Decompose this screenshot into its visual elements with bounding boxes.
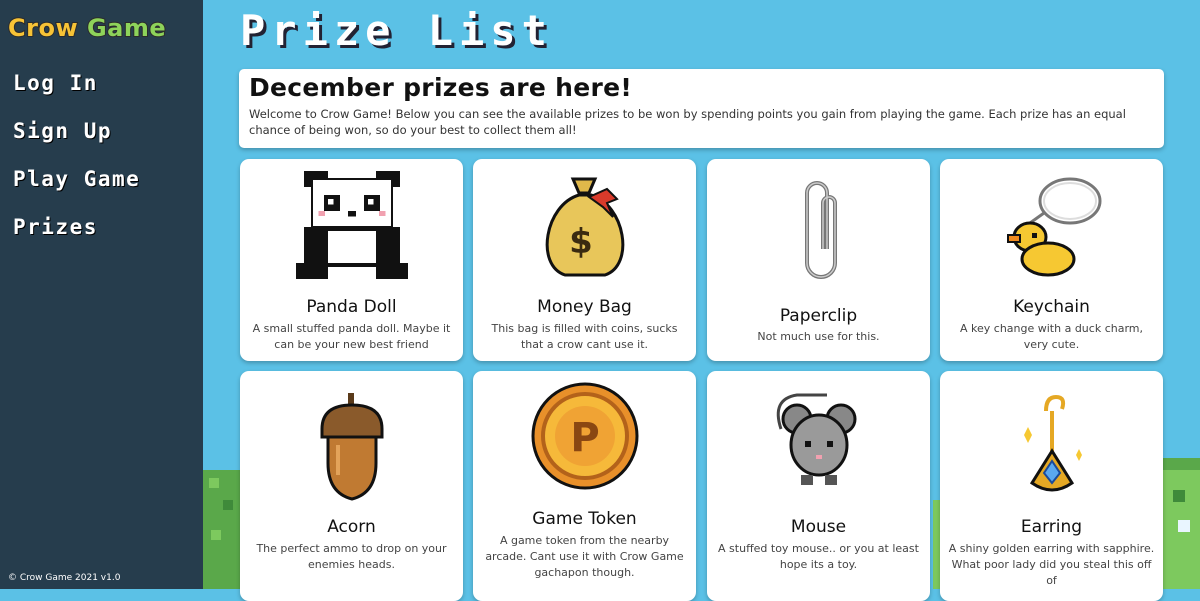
prize-name: Earring: [1020, 517, 1083, 537]
logo-word-crow: Crow: [7, 13, 79, 43]
sidebar: Crow Game Log In Sign Up Play Game Prize…: [0, 0, 203, 589]
prize-description: A shiny golden earring with sapphire. Wh…: [948, 542, 1155, 587]
page-title: Prize List: [240, 6, 553, 55]
prize-name: Money Bag: [537, 297, 632, 317]
logo-word-game: Game: [86, 13, 167, 43]
prize-card-earring[interactable]: Earring A shiny golden earring with sapp…: [940, 371, 1163, 601]
acorn-icon: [240, 393, 463, 501]
earring-icon: [940, 391, 1163, 501]
prize-card-paperclip[interactable]: Paperclip Not much use for this.: [707, 159, 930, 361]
prize-card-mouse[interactable]: Mouse A stuffed toy mouse.. or you at le…: [707, 371, 930, 601]
sidebar-item-play-game[interactable]: Play Game: [13, 160, 140, 208]
prize-name: Game Token: [532, 509, 637, 529]
sidebar-item-prizes[interactable]: Prizes: [13, 208, 140, 256]
sidebar-item-log-in[interactable]: Log In: [13, 64, 140, 112]
panda-icon: [240, 171, 463, 279]
sidebar-nav: Log In Sign Up Play Game Prizes: [13, 64, 140, 256]
duck-keychain-icon: [940, 171, 1163, 279]
paperclip-icon: [707, 179, 930, 281]
game-token-icon: P: [473, 381, 696, 491]
svg-text:P: P: [570, 415, 599, 461]
money-bag-icon: $: [473, 175, 696, 279]
prize-name: Paperclip: [779, 306, 858, 326]
mouse-icon: [707, 389, 930, 499]
prize-card-money-bag[interactable]: $ Money Bag This bag is filled with coin…: [473, 159, 696, 361]
prize-card-game-token[interactable]: P Game Token A game token from the nearb…: [473, 371, 696, 601]
intro-text: Welcome to Crow Game! Below you can see …: [249, 107, 1126, 137]
prize-card-panda-doll[interactable]: Panda Doll A small stuffed panda doll. M…: [240, 159, 463, 361]
crow-game-logo[interactable]: Crow Game: [7, 13, 167, 43]
prize-description: A stuffed toy mouse.. or you at least ho…: [718, 542, 919, 571]
prize-description: A small stuffed panda doll. Maybe it can…: [252, 322, 451, 351]
prize-description: Not much use for this.: [757, 330, 880, 343]
prize-card-acorn[interactable]: Acorn The perfect ammo to drop on your e…: [240, 371, 463, 601]
prize-name: Acorn: [327, 517, 376, 537]
prize-description: A key change with a duck charm, very cut…: [960, 322, 1143, 351]
prize-description: The perfect ammo to drop on your enemies…: [256, 542, 447, 571]
prize-name: Keychain: [1013, 297, 1090, 317]
prize-name: Panda Doll: [306, 297, 397, 317]
prize-card-keychain[interactable]: Keychain A key change with a duck charm,…: [940, 159, 1163, 361]
sidebar-item-sign-up[interactable]: Sign Up: [13, 112, 140, 160]
prize-name: Mouse: [790, 517, 847, 537]
copyright-text: © Crow Game 2021 v1.0: [8, 573, 121, 583]
svg-text:$: $: [569, 222, 593, 262]
prize-description: A game token from the nearby arcade. Can…: [485, 534, 684, 579]
prize-description: This bag is filled with coins, sucks tha…: [491, 322, 678, 351]
intro-heading: December prizes are here!: [249, 73, 633, 102]
intro-panel: December prizes are here! Welcome to Cro…: [239, 69, 1164, 148]
